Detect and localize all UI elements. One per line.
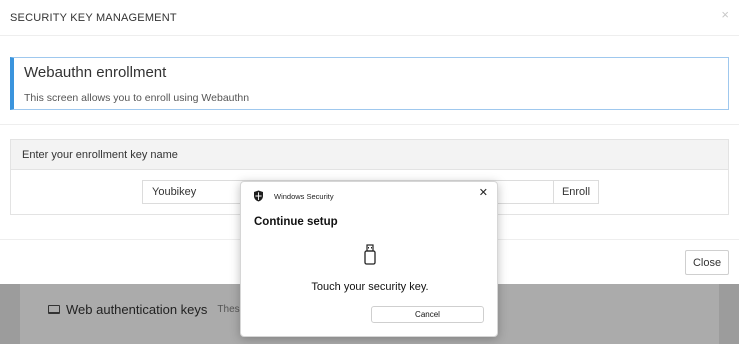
- modal-title: SECURITY KEY MANAGEMENT: [10, 11, 177, 24]
- usb-security-key-icon: [364, 244, 376, 265]
- divider: [0, 124, 739, 125]
- background-section-header: Web authentication keys These are: [48, 302, 262, 317]
- background-section-title: Web authentication keys: [66, 302, 208, 317]
- windows-security-heading: Continue setup: [254, 216, 338, 228]
- modal-header: SECURITY KEY MANAGEMENT: [0, 0, 739, 36]
- info-description: This screen allows you to enroll using W…: [24, 92, 250, 104]
- windows-security-header: Windows Security: [253, 190, 334, 202]
- shield-icon: [254, 190, 263, 202]
- windows-security-close-icon[interactable]: ✕: [479, 186, 488, 199]
- windows-security-message: Touch your security key.: [311, 281, 429, 293]
- close-button[interactable]: Close: [685, 250, 729, 275]
- enroll-button[interactable]: Enroll: [553, 180, 599, 204]
- modal-close-icon[interactable]: ×: [721, 7, 729, 22]
- laptop-icon: [48, 305, 60, 314]
- enrollment-panel-heading: Enter your enrollment key name: [11, 140, 728, 170]
- windows-security-app-name: Windows Security: [274, 191, 334, 201]
- windows-security-dialog: Windows Security ✕ Continue setup Touch …: [240, 181, 498, 337]
- info-box: Webauthn enrollment This screen allows y…: [10, 57, 729, 110]
- info-title: Webauthn enrollment: [24, 64, 167, 81]
- windows-security-cancel-button[interactable]: Cancel: [371, 306, 484, 323]
